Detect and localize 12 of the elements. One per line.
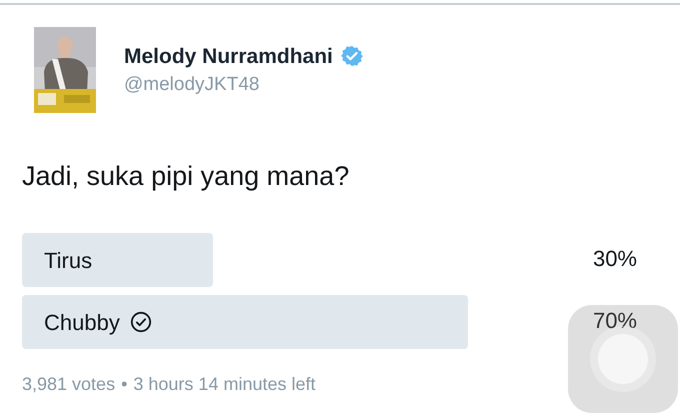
separator-dot: • [121, 373, 128, 396]
author-handle: @melodyJKT48 [124, 75, 260, 94]
check-circle-icon [130, 311, 152, 333]
time-left: 3 hours 14 minutes left [133, 373, 316, 396]
poll-option-label: Tirus [44, 246, 92, 274]
poll-option-label: Chubby [44, 308, 120, 337]
author-name: Melody Nurramdhani [124, 46, 333, 66]
poll-percentage: 30% [592, 248, 637, 270]
assistive-touch-button[interactable] [568, 305, 678, 413]
tweet-text: Jadi, suka pipi yang mana? [22, 163, 350, 190]
poll-percentage: 70% [592, 310, 637, 332]
vote-count: 3,981 votes [22, 373, 116, 396]
